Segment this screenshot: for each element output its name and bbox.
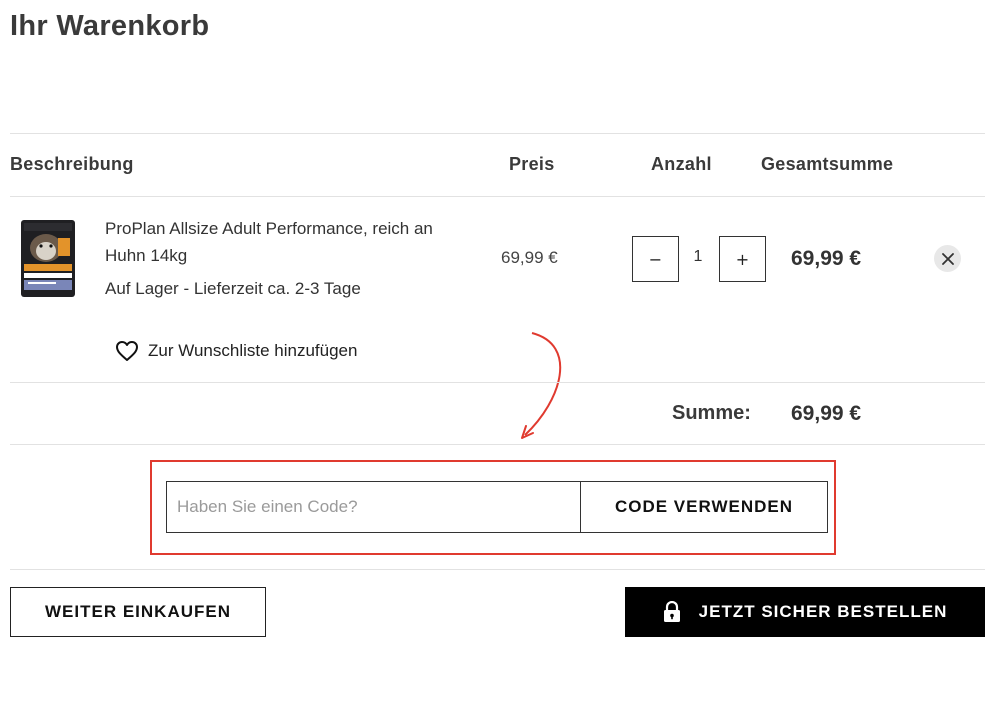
divider <box>10 196 985 197</box>
annotation-arrow <box>521 332 562 439</box>
sum-value: 69,99 € <box>791 402 862 425</box>
column-header-total: Gesamtsumme <box>761 154 894 174</box>
decrease-quantity-button[interactable]: − <box>632 236 679 282</box>
apply-code-button[interactable]: CODE VERWENDEN <box>580 481 828 533</box>
add-to-wishlist-link[interactable]: Zur Wunschliste hinzufügen <box>115 340 357 362</box>
column-header-description: Beschreibung <box>10 154 134 174</box>
close-icon <box>941 252 954 265</box>
heart-icon <box>116 341 138 361</box>
wishlist-label: Zur Wunschliste hinzufügen <box>148 341 358 360</box>
increase-quantity-button[interactable]: + <box>719 236 766 282</box>
quantity-value[interactable]: 1 <box>690 248 706 266</box>
line-total: 69,99 € <box>791 247 862 270</box>
checkout-button[interactable]: JETZT SICHER BESTELLEN <box>625 587 985 637</box>
column-header-quantity: Anzahl <box>651 154 712 174</box>
divider <box>10 444 985 445</box>
sum-label: Summe: <box>672 402 751 424</box>
column-header-price: Preis <box>509 154 555 174</box>
coupon-code-input[interactable] <box>166 481 581 533</box>
page-title: Ihr Warenkorb <box>10 10 210 42</box>
continue-shopping-button[interactable]: WEITER EINKAUFEN <box>10 587 266 637</box>
product-thumbnail[interactable] <box>18 218 78 298</box>
checkout-label: JETZT SICHER BESTELLEN <box>698 602 948 621</box>
product-bag-image <box>21 220 75 297</box>
divider <box>10 133 985 134</box>
stock-status: Auf Lager - Lieferzeit ca. 2-3 Tage <box>105 279 361 298</box>
lock-icon <box>663 601 680 622</box>
divider <box>10 382 985 383</box>
unit-price: 69,99 € <box>501 248 558 267</box>
product-name[interactable]: ProPlan Allsize Adult Performance, reich… <box>105 215 450 269</box>
divider <box>10 569 985 570</box>
remove-item-button[interactable] <box>934 245 961 272</box>
